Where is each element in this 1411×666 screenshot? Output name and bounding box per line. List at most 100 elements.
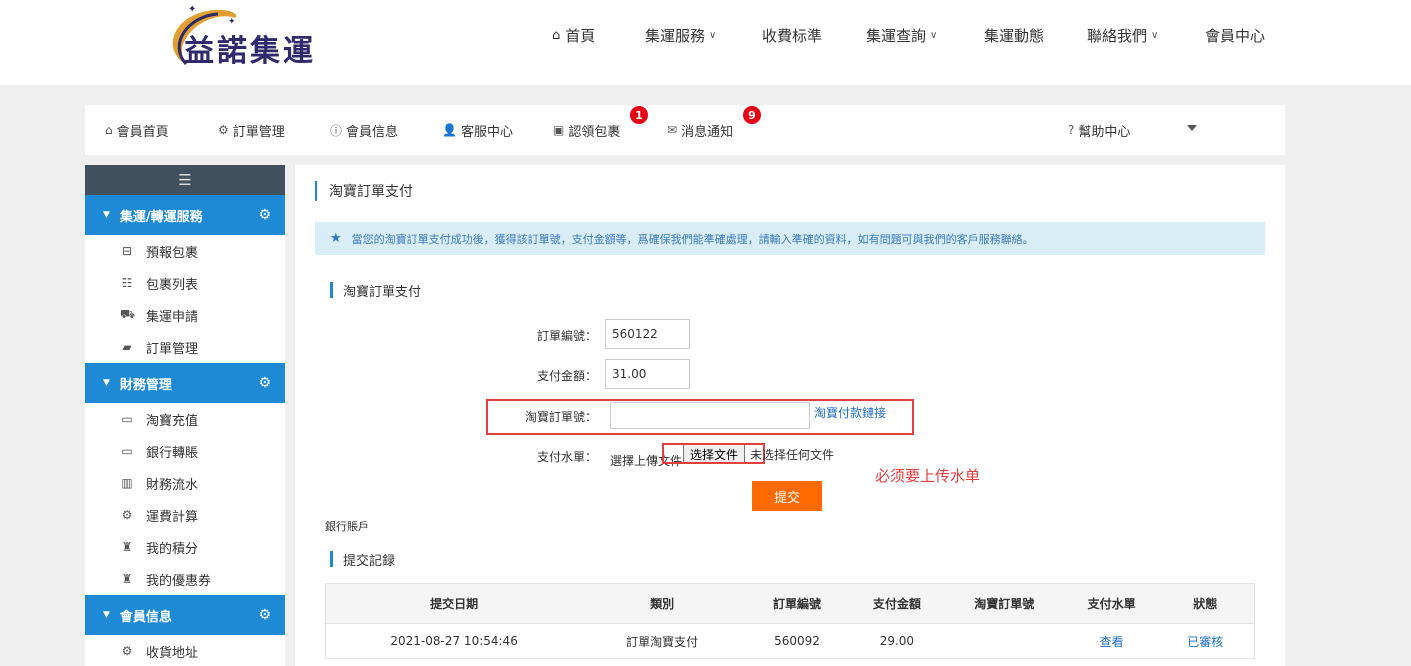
sidebar-group-member-info[interactable]: ▼ 會員信息 ⚙ bbox=[85, 595, 285, 635]
customer-service-label: 客服中心 bbox=[460, 124, 513, 140]
chevron-down-icon: ∨ bbox=[709, 29, 717, 41]
sidebar-toggle[interactable]: ☰ bbox=[85, 165, 285, 195]
sidebar-item-bank-transfer[interactable]: ▭ 銀行轉賬 bbox=[85, 435, 285, 467]
info-alert-text: 當您的淘寶訂單支付成功後，獲得該訂單號，支付金額等，爲確保我們能準確處理，請輸入… bbox=[351, 232, 1034, 246]
sidebar-item-label: 淘寶充值 bbox=[146, 413, 199, 429]
nav-contact-label: 聯絡我們 bbox=[1087, 26, 1148, 45]
column-header: 訂單編號 bbox=[742, 583, 852, 624]
sidebar-item-my-coupons[interactable]: ♜ 我的優惠券 bbox=[85, 563, 285, 595]
sidebar: ☰ ▼ 集運/轉運服務 ⚙ ⊟ 預報包裹 ☷ 包裹列表 ⛟ 集運申請 ▰ 訂單管… bbox=[85, 165, 285, 666]
nav-fees-label: 收費标準 bbox=[762, 26, 823, 45]
question-icon: ? bbox=[1068, 123, 1075, 137]
gift-icon: ♜ bbox=[121, 540, 133, 554]
sidebar-item-label: 預報包裹 bbox=[146, 245, 199, 261]
notifications-link[interactable]: ✉ 消息通知 bbox=[667, 105, 733, 155]
sidebar-item-package-list[interactable]: ☷ 包裹列表 bbox=[85, 267, 285, 299]
cogs-icon: ⚙ bbox=[121, 644, 133, 658]
inbox-icon: ⊟ bbox=[121, 244, 133, 258]
claim-package-badge: 1 bbox=[630, 106, 648, 124]
member-home-link[interactable]: ⌂ 會員首頁 bbox=[105, 105, 169, 155]
order-number-field[interactable]: 560122 bbox=[605, 319, 690, 349]
status-cell: 已審核 bbox=[1156, 623, 1255, 659]
table-row: 2021-08-27 10:54:46 訂單淘寶支付 560092 29.00 … bbox=[325, 623, 1255, 659]
submit-date-cell: 2021-08-27 10:54:46 bbox=[325, 623, 583, 659]
cogs-icon: ⚙ bbox=[121, 508, 133, 522]
credit-card-icon: ▭ bbox=[121, 444, 133, 458]
sidebar-item-shipping-address[interactable]: ⚙ 收貨地址 bbox=[85, 635, 285, 666]
customer-service-link[interactable]: 👤 客服中心 bbox=[442, 105, 513, 155]
nav-member-center[interactable]: 會員中心 bbox=[1205, 0, 1265, 70]
chevron-down-icon: ∨ bbox=[930, 29, 938, 41]
menu-icon: ☰ bbox=[178, 171, 192, 189]
help-center-link[interactable]: ? 幫助中心 bbox=[1068, 105, 1130, 155]
nav-services[interactable]: 集運服務 ∨ bbox=[645, 0, 716, 70]
nav-tracking[interactable]: 集運查詢 ∨ bbox=[866, 0, 937, 70]
site-logo[interactable]: ✦ ✦ 益諾集運 bbox=[160, 2, 360, 80]
taobao-payment-link[interactable]: 淘寶付款鏈接 bbox=[814, 404, 886, 421]
caret-down-icon: ▼ bbox=[103, 610, 110, 620]
info-alert: ★ 當您的淘寶訂單支付成功後，獲得該訂單號，支付金額等，爲確保我們能準確處理，請… bbox=[315, 222, 1265, 255]
sidebar-group-title: 會員信息 bbox=[119, 609, 172, 625]
column-header: 支付水單 bbox=[1066, 583, 1157, 624]
caret-down-icon: ▼ bbox=[103, 210, 110, 220]
box-icon: ▣ bbox=[553, 123, 565, 137]
sidebar-group-shipping[interactable]: ▼ 集運/轉運服務 ⚙ bbox=[85, 195, 285, 235]
home-icon: ⌂ bbox=[105, 123, 113, 137]
view-receipt-link[interactable]: 查看 bbox=[1066, 623, 1157, 659]
taobao-order-cell bbox=[941, 623, 1067, 659]
column-header: 狀態 bbox=[1156, 583, 1255, 624]
sidebar-item-shipping-request[interactable]: ⛟ 集運申請 bbox=[85, 299, 285, 331]
chevron-down-icon: ∨ bbox=[1151, 29, 1159, 41]
nav-contact[interactable]: 聯絡我們 ∨ bbox=[1087, 0, 1158, 70]
nav-member-center-label: 會員中心 bbox=[1205, 26, 1266, 45]
caret-down-icon: ▼ bbox=[103, 378, 110, 388]
sidebar-item-label: 集運申請 bbox=[146, 309, 199, 325]
form-section-title: 淘寶訂單支付 bbox=[330, 282, 421, 300]
sidebar-group-title: 集運/轉運服務 bbox=[119, 209, 203, 225]
sidebar-item-taobao-topup[interactable]: ▭ 淘寶充值 bbox=[85, 403, 285, 435]
gear-icon[interactable]: ⚙ bbox=[258, 375, 271, 391]
sidebar-item-shipping-calculator[interactable]: ⚙ 運費計算 bbox=[85, 499, 285, 531]
notifications-label: 消息通知 bbox=[681, 124, 734, 140]
sidebar-item-forecast-package[interactable]: ⊟ 預報包裹 bbox=[85, 235, 285, 267]
sidebar-item-label: 運費計算 bbox=[146, 509, 199, 525]
order-management-label: 訂單管理 bbox=[232, 124, 285, 140]
file-status-text: 未选择任何文件 bbox=[750, 448, 835, 462]
nav-fees[interactable]: 收費标準 bbox=[762, 0, 822, 70]
gift-icon: ♜ bbox=[121, 572, 133, 586]
sidebar-group-title: 財務管理 bbox=[119, 377, 172, 393]
sidebar-item-order-management[interactable]: ▰ 訂單管理 bbox=[85, 331, 285, 363]
submit-button[interactable]: 提交 bbox=[752, 481, 822, 511]
sidebar-item-label: 財務流水 bbox=[146, 477, 199, 493]
sidebar-item-label: 我的積分 bbox=[146, 541, 199, 557]
bar-chart-icon: ▥ bbox=[121, 476, 133, 490]
dropdown-caret-icon[interactable] bbox=[1187, 125, 1197, 131]
credit-card-icon: ▭ bbox=[121, 412, 133, 426]
sidebar-item-label: 銀行轉賬 bbox=[146, 445, 199, 461]
nav-home-label: 首頁 bbox=[565, 26, 596, 45]
claim-package-link[interactable]: ▣ 認領包裹 bbox=[553, 105, 620, 155]
gear-icon[interactable]: ⚙ bbox=[258, 607, 271, 623]
sidebar-group-finance[interactable]: ▼ 財務管理 ⚙ bbox=[85, 363, 285, 403]
table-header-row: 提交日期 類別 訂單編號 支付金額 淘寶訂單號 支付水單 狀態 bbox=[325, 583, 1255, 624]
column-header: 支付金額 bbox=[851, 583, 942, 624]
user-icon: 👤 bbox=[442, 123, 457, 137]
notifications-badge: 9 bbox=[743, 106, 761, 124]
column-header: 類別 bbox=[582, 583, 743, 624]
nav-news[interactable]: 集運動態 bbox=[984, 0, 1044, 70]
sidebar-item-finance-flow[interactable]: ▥ 財務流水 bbox=[85, 467, 285, 499]
annotation-note: 必须要上传水单 bbox=[875, 467, 981, 485]
sidebar-item-label: 包裹列表 bbox=[146, 277, 199, 293]
gear-icon[interactable]: ⚙ bbox=[258, 207, 271, 223]
sidebar-item-my-points[interactable]: ♜ 我的積分 bbox=[85, 531, 285, 563]
main-content: 淘寶訂單支付 ★ 當您的淘寶訂單支付成功後，獲得該訂單號，支付金額等，爲確保我們… bbox=[295, 165, 1285, 666]
nav-home[interactable]: ⌂ 首頁 bbox=[552, 0, 595, 70]
column-header: 提交日期 bbox=[325, 583, 583, 624]
order-management-link[interactable]: ⚙ 訂單管理 bbox=[218, 105, 285, 155]
member-home-label: 會員首頁 bbox=[116, 124, 169, 140]
member-info-link[interactable]: ⓘ 會員信息 bbox=[330, 105, 398, 155]
taobao-order-number-input[interactable] bbox=[610, 402, 810, 429]
records-section-title: 提交記録 bbox=[330, 551, 395, 569]
payment-amount-field[interactable]: 31.00 bbox=[605, 359, 690, 389]
info-icon: ⓘ bbox=[330, 123, 343, 138]
